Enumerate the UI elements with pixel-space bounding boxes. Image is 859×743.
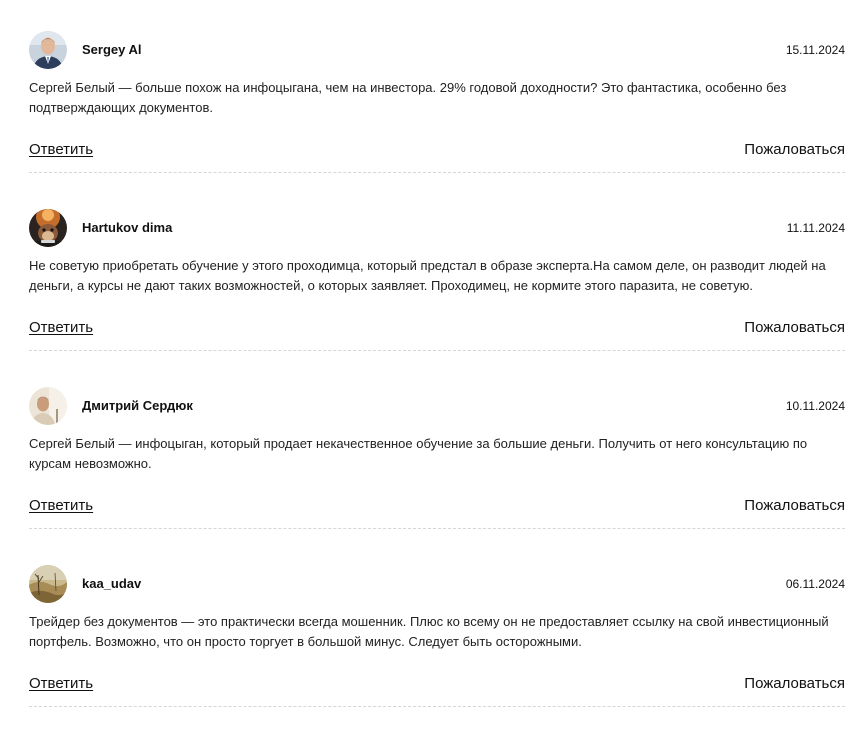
divider <box>29 172 845 173</box>
comment-text: Сергей Белый — инфоцыган, который продае… <box>29 436 808 471</box>
author-name: kaa_udav <box>82 576 142 591</box>
man-light-background-photo <box>29 387 67 425</box>
avatar[interactable] <box>29 387 67 425</box>
comment-actions: Ответить Пожаловаться <box>29 317 845 339</box>
comment-text: Трейдер без документов — это практически… <box>29 614 829 649</box>
reply-button[interactable]: Ответить <box>29 673 93 695</box>
avatar[interactable] <box>29 565 67 603</box>
comment-actions: Ответить Пожаловаться <box>29 139 845 161</box>
avatar[interactable] <box>29 209 67 247</box>
comment-actions: Ответить Пожаловаться <box>29 673 845 695</box>
report-button[interactable]: Пожаловаться <box>744 317 845 339</box>
comment-item: kaa_udav 06.11.2024 Трейдер без документ… <box>29 565 845 743</box>
comment-date: 11.11.2024 <box>786 221 845 235</box>
field-landscape-photo <box>29 565 67 603</box>
author-name: Sergey Al <box>82 42 142 57</box>
author-name: Hartukov dima <box>82 220 173 235</box>
reply-button[interactable]: Ответить <box>29 495 93 517</box>
comment-header: Дмитрий Сердюк 10.11.2024 <box>29 387 845 425</box>
comment-item: Hartukov dima 11.11.2024 Не советую прио… <box>29 209 845 387</box>
comment-header: kaa_udav 06.11.2024 <box>29 565 845 603</box>
reply-button[interactable]: Ответить <box>29 139 93 161</box>
report-button[interactable]: Пожаловаться <box>744 495 845 517</box>
reply-button[interactable]: Ответить <box>29 317 93 339</box>
avatar[interactable] <box>29 31 67 69</box>
author-name: Дмитрий Сердюк <box>82 398 193 413</box>
animal-sunset-photo <box>29 209 67 247</box>
comment-item: Дмитрий Сердюк 10.11.2024 Сергей Белый —… <box>29 387 845 565</box>
comment-date: 06.11.2024 <box>785 577 845 591</box>
divider <box>29 528 845 529</box>
divider <box>29 350 845 351</box>
comment-actions: Ответить Пожаловаться <box>29 495 845 517</box>
comment-text: Не советую приобретать обучение у этого … <box>29 258 826 293</box>
divider <box>29 706 845 707</box>
comment-text: Сергей Белый — больше похож на инфоцыган… <box>29 80 787 115</box>
report-button[interactable]: Пожаловаться <box>744 673 845 695</box>
comment-date: 15.11.2024 <box>785 43 845 57</box>
comment-date: 10.11.2024 <box>785 399 845 413</box>
report-button[interactable]: Пожаловаться <box>744 139 845 161</box>
comment-item: Sergey Al 15.11.2024 Сергей Белый — боль… <box>29 31 845 209</box>
man-in-suit-photo <box>29 31 67 69</box>
comment-header: Sergey Al 15.11.2024 <box>29 31 845 69</box>
comment-header: Hartukov dima 11.11.2024 <box>29 209 845 247</box>
